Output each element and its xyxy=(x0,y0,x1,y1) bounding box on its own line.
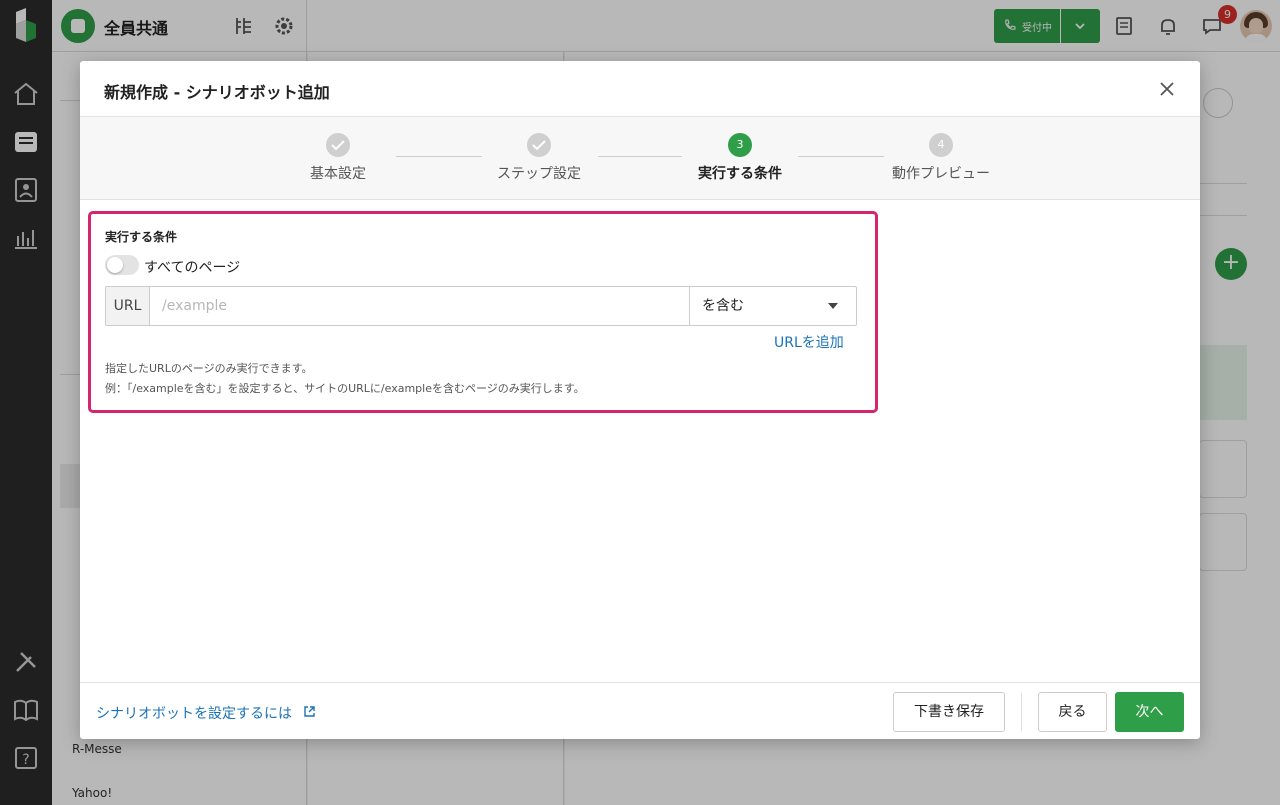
section-title: 実行する条件 xyxy=(105,230,178,244)
modal-footer: シナリオボットを設定するには 下書き保存 戻る 次へ xyxy=(80,682,1200,739)
step-label: 実行する条件 xyxy=(698,166,782,182)
step-number: 4 xyxy=(929,133,953,157)
url-condition-row: URL を含む xyxy=(105,286,857,326)
setup-help-link[interactable]: シナリオボットを設定するには xyxy=(96,703,315,723)
help-text: 例：「/exampleを含む」を設定すると、サイトのURLに/exampleを含… xyxy=(105,382,585,395)
match-type-select[interactable]: を含む xyxy=(689,287,856,325)
step-done-circle xyxy=(326,133,350,157)
url-prefix-label: URL xyxy=(106,287,150,325)
stepper: 基本設定 ステップ設定 3 実行する条件 4 動作プレビュー xyxy=(80,116,1200,200)
step-number: 3 xyxy=(728,133,752,157)
step-step-settings: ステップ設定 xyxy=(469,133,609,183)
dropdown-caret-icon xyxy=(828,303,838,309)
step-preview: 4 動作プレビュー xyxy=(871,133,1011,183)
all-pages-toggle[interactable] xyxy=(105,255,139,275)
step-label: 動作プレビュー xyxy=(892,166,990,182)
save-draft-button[interactable]: 下書き保存 xyxy=(893,692,1005,732)
step-basic-settings: 基本設定 xyxy=(268,133,408,183)
step-label: ステップ設定 xyxy=(497,166,581,182)
help-text: 指定したURLのページのみ実行できます。 xyxy=(105,362,313,375)
step-done-circle xyxy=(527,133,551,157)
next-button[interactable]: 次へ xyxy=(1115,692,1184,732)
url-input[interactable] xyxy=(150,287,689,325)
add-url-link[interactable]: URLを追加 xyxy=(774,332,844,352)
step-execution-conditions: 3 実行する条件 xyxy=(670,133,810,183)
all-pages-label: すべてのページ xyxy=(144,260,241,276)
external-link-icon xyxy=(304,706,315,717)
back-button[interactable]: 戻る xyxy=(1038,692,1107,732)
check-icon xyxy=(331,140,345,151)
close-icon[interactable] xyxy=(1156,78,1178,100)
scenario-bot-modal: 新規作成 - シナリオボット追加 基本設定 ステップ設定 3 実行する条件 4 … xyxy=(80,61,1200,739)
modal-title: 新規作成 - シナリオボット追加 xyxy=(104,83,330,102)
check-icon xyxy=(532,140,546,151)
step-label: 基本設定 xyxy=(310,166,366,182)
execution-conditions-section: 実行する条件 すべてのページ URL を含む URLを追加 指定したURLのペー… xyxy=(88,211,878,413)
